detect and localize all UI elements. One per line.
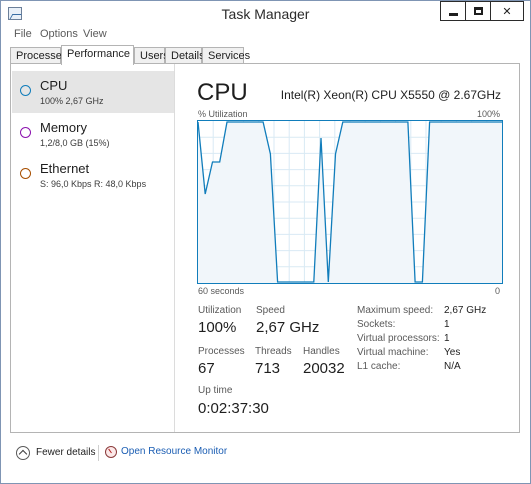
graph-time-span-label: 60 seconds <box>198 286 245 296</box>
virtual-machine-label: Virtual machine: <box>357 347 429 358</box>
cpu-utilization-chart <box>198 121 502 283</box>
cpu-indicator-icon <box>20 85 31 96</box>
handles-label: Handles <box>303 346 340 357</box>
maximize-button[interactable] <box>465 1 490 21</box>
processes-label: Processes <box>198 346 245 357</box>
max-speed-value: 2,67 GHz <box>444 305 487 316</box>
fewer-details-button[interactable]: Fewer details <box>36 447 95 458</box>
l1-cache-value: N/A <box>444 361 461 372</box>
uptime-label: Up time <box>198 385 233 396</box>
menu-file[interactable]: File <box>14 28 32 40</box>
task-manager-window: Task Manager ✕ File Options View Process… <box>0 0 531 484</box>
footer-bar: Fewer details Open Resource Monitor <box>10 441 520 467</box>
tab-details[interactable]: Details <box>165 47 205 64</box>
threads-label: Threads <box>255 346 292 357</box>
graph-y-max-label: 100% <box>476 109 500 119</box>
sockets-label: Sockets: <box>357 319 396 330</box>
virtual-machine-value: Yes <box>444 347 461 358</box>
title-bar: Task Manager ✕ <box>1 1 530 27</box>
footer-separator <box>98 445 99 461</box>
resource-title: CPU <box>197 79 248 106</box>
processes-value: 67 <box>198 360 215 377</box>
sockets-value: 1 <box>444 319 450 330</box>
virtual-processors-label: Virtual processors: <box>357 333 440 344</box>
sidebar-item-title: CPU <box>40 78 68 93</box>
cpu-model-name: Intel(R) Xeon(R) CPU X5550 @ 2.67GHz <box>280 88 501 102</box>
tab-performance[interactable]: Performance <box>61 45 134 65</box>
utilization-value: 100% <box>198 319 237 336</box>
close-icon: ✕ <box>502 5 512 18</box>
speed-value: 2,67 GHz <box>256 319 320 336</box>
memory-indicator-icon <box>20 127 31 138</box>
menu-options[interactable]: Options <box>40 28 78 40</box>
sidebar-item-subtitle: S: 96,0 Kbps R: 48,0 Kbps <box>40 179 147 189</box>
sidebar-item-subtitle: 100% 2,67 GHz <box>40 96 104 106</box>
sidebar-item-subtitle: 1,2/8,0 GB (15%) <box>40 138 110 148</box>
menu-bar: File Options View <box>1 27 530 43</box>
open-resource-monitor-link[interactable]: Open Resource Monitor <box>121 446 227 457</box>
chevron-up-icon[interactable] <box>16 446 30 460</box>
threads-value: 713 <box>255 360 281 377</box>
resource-monitor-icon[interactable] <box>105 446 117 458</box>
l1-cache-label: L1 cache: <box>357 361 401 372</box>
sidebar-item-ethernet[interactable]: Ethernet S: 96,0 Kbps R: 48,0 Kbps <box>12 154 174 196</box>
utilization-label: Utilization <box>198 305 242 316</box>
tab-services[interactable]: Services <box>202 47 250 64</box>
resource-sidebar: CPU 100% 2,67 GHz Memory 1,2/8,0 GB (15%… <box>11 64 175 432</box>
ethernet-indicator-icon <box>20 168 31 179</box>
tab-users[interactable]: Users <box>134 47 169 64</box>
uptime-value: 0:02:37:30 <box>198 400 269 417</box>
graph-y-min-label: 0 <box>494 286 500 296</box>
sidebar-item-title: Memory <box>40 120 87 135</box>
cpu-utilization-graph <box>197 120 503 284</box>
sidebar-item-cpu[interactable]: CPU 100% 2,67 GHz <box>12 71 174 113</box>
maximize-icon <box>473 7 483 15</box>
virtual-processors-value: 1 <box>444 333 450 344</box>
sidebar-item-memory[interactable]: Memory 1,2/8,0 GB (15%) <box>12 113 174 155</box>
tab-processes[interactable]: Processes <box>10 47 67 64</box>
speed-label: Speed <box>256 305 285 316</box>
graph-y-axis-label: % Utilization <box>198 109 248 119</box>
minimize-icon <box>448 13 458 16</box>
handles-value: 20032 <box>303 360 345 377</box>
sidebar-item-title: Ethernet <box>40 161 90 176</box>
minimize-button[interactable] <box>440 1 465 21</box>
menu-view[interactable]: View <box>83 28 107 40</box>
utilization-area-fill <box>198 122 502 283</box>
max-speed-label: Maximum speed: <box>357 305 434 316</box>
close-button[interactable]: ✕ <box>490 1 524 21</box>
